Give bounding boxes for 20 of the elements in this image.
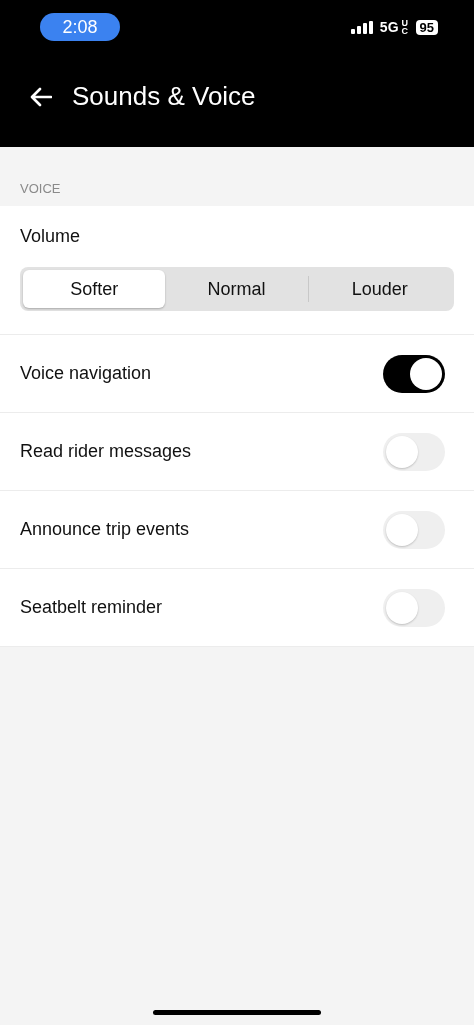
volume-option[interactable]: Normal [165,270,308,308]
network-suffix: UC [401,19,409,35]
volume-option[interactable]: Softer [23,270,166,308]
battery-level: 95 [415,19,438,35]
setting-label: Read rider messages [20,441,192,462]
volume-label: Volume [20,226,82,247]
network-label: 5G [379,19,399,35]
status-time: 2:08 [40,13,120,41]
setting-label: Voice navigation [20,363,152,384]
setting-label: Announce trip events [20,519,190,540]
back-icon[interactable] [30,86,52,107]
toggle-switch[interactable] [383,432,445,471]
toggle-switch[interactable] [383,354,445,393]
toggle-switch[interactable] [383,588,445,627]
toggle-switch[interactable] [383,510,445,549]
volume-option[interactable]: Louder [308,270,451,308]
section-label: VOICE [19,180,62,198]
signal-icon [350,20,373,34]
setting-label: Seatbelt reminder [20,597,163,618]
page-title: Sounds & Voice [72,81,256,112]
